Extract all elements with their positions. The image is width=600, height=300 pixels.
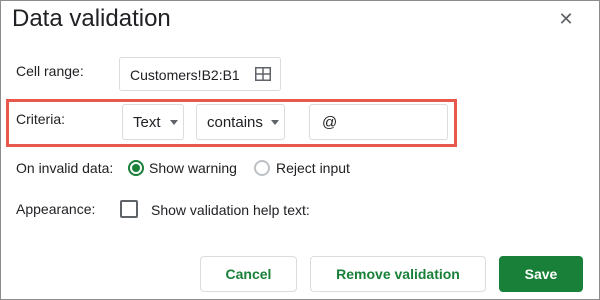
cell-range-field[interactable]: Customers!B2:B1	[119, 57, 281, 91]
criteria-condition-value: contains	[207, 114, 263, 131]
chevron-down-icon	[170, 120, 178, 125]
criteria-type-value: Text	[133, 114, 161, 131]
cancel-button[interactable]: Cancel	[200, 256, 297, 292]
chevron-down-icon	[271, 120, 279, 125]
criteria-label: Criteria:	[16, 111, 66, 127]
cell-range-value: Customers!B2:B1	[130, 67, 240, 83]
close-icon[interactable]: ✕	[556, 9, 576, 29]
reject-input-radio[interactable]	[254, 160, 270, 176]
criteria-condition-dropdown[interactable]: contains	[196, 104, 285, 140]
grid-icon[interactable]	[255, 67, 271, 81]
show-warning-label[interactable]: Show warning	[149, 160, 237, 176]
invalid-data-label: On invalid data:	[16, 160, 114, 176]
criteria-value-input[interactable]	[309, 104, 448, 140]
reject-input-label[interactable]: Reject input	[276, 160, 350, 176]
dialog-title: Data validation	[12, 5, 171, 32]
show-warning-radio[interactable]	[128, 160, 144, 176]
remove-validation-button[interactable]: Remove validation	[310, 256, 486, 292]
save-button[interactable]: Save	[499, 256, 583, 292]
criteria-type-dropdown[interactable]: Text	[122, 104, 184, 140]
appearance-label: Appearance:	[16, 201, 96, 217]
help-text-checkbox[interactable]	[120, 200, 138, 218]
help-text-checkbox-label[interactable]: Show validation help text:	[151, 202, 310, 218]
dialog-border	[0, 0, 600, 300]
data-validation-dialog: Data validation ✕ Cell range: Customers!…	[0, 0, 600, 300]
cell-range-label: Cell range:	[16, 63, 84, 79]
